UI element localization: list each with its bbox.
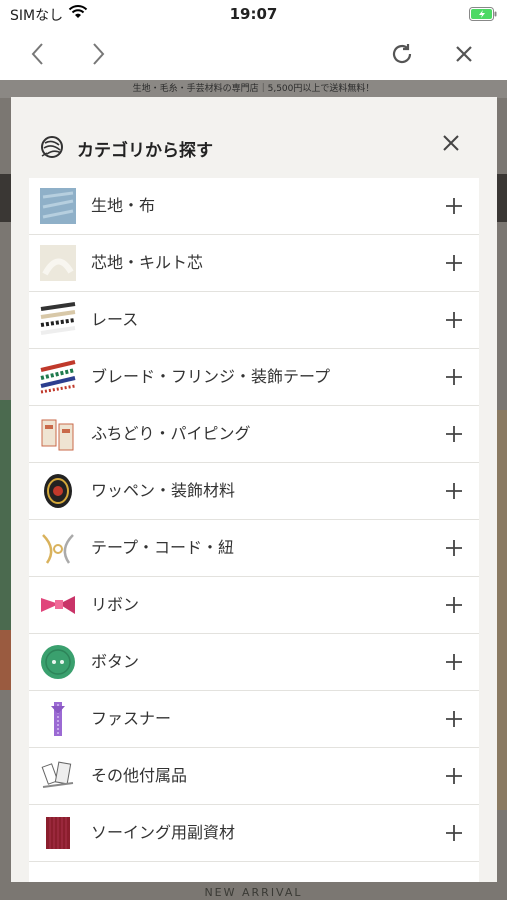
accessories-icon <box>39 757 77 795</box>
category-item-accessories[interactable]: その他付属品 <box>29 748 479 805</box>
category-label: ブレード・フリンジ・装飾テープ <box>91 367 331 386</box>
category-item-piping[interactable]: ふちどり・パイピング <box>29 406 479 463</box>
cord-icon <box>39 529 77 567</box>
button-icon <box>39 643 77 681</box>
expand-plus-icon[interactable] <box>445 767 463 785</box>
category-item-lace[interactable]: レース <box>29 292 479 349</box>
expand-plus-icon[interactable] <box>445 653 463 671</box>
category-item-sewing-supplies[interactable]: ソーイング用副資材 <box>29 805 479 862</box>
category-item-button[interactable]: ボタン <box>29 634 479 691</box>
piping-icon <box>39 415 77 453</box>
category-item-emblem[interactable]: ワッペン・装飾材料 <box>29 463 479 520</box>
category-label: 芯地・キルト芯 <box>91 253 204 272</box>
category-label: ソーイング用副資材 <box>91 823 236 842</box>
category-item-interlining[interactable]: 芯地・キルト芯 <box>29 235 479 292</box>
sewing-supplies-icon <box>39 814 77 852</box>
expand-plus-icon[interactable] <box>445 197 463 215</box>
status-bar: SIMなし 19:07 <box>0 0 507 28</box>
lace-icon <box>39 301 77 339</box>
shipping-banner: 生地・毛糸・手芸材料の専門店｜5,500円以上で送料無料！ <box>0 80 507 98</box>
category-label: リボン <box>91 595 140 614</box>
reload-button[interactable] <box>386 38 418 70</box>
chevron-left-icon <box>31 43 43 65</box>
close-icon <box>443 135 459 151</box>
category-label: 生地・布 <box>91 196 156 215</box>
modal-title: カテゴリから探す <box>77 141 213 161</box>
category-modal: カテゴリから探す 生地・布 芯地・キルト芯 レース ブレード・フリンジ・装飾テー… <box>11 97 497 882</box>
category-label: ふちどり・パイピング <box>91 424 251 443</box>
category-label: テープ・コード・紐 <box>91 538 235 557</box>
forward-button[interactable] <box>82 38 114 70</box>
expand-plus-icon[interactable] <box>445 368 463 386</box>
expand-plus-icon[interactable] <box>445 482 463 500</box>
interlining-icon <box>39 244 77 282</box>
category-list: 生地・布 芯地・キルト芯 レース ブレード・フリンジ・装飾テープ ふちどり・パイ… <box>29 178 479 882</box>
chevron-right-icon <box>93 43 105 65</box>
expand-plus-icon[interactable] <box>445 596 463 614</box>
expand-plus-icon[interactable] <box>445 254 463 272</box>
category-label: ファスナー <box>91 709 172 728</box>
clock: 19:07 <box>229 5 278 23</box>
modal-close-button[interactable] <box>439 131 463 155</box>
close-icon <box>456 46 472 62</box>
yarn-ball-icon <box>39 134 65 164</box>
expand-plus-icon[interactable] <box>445 710 463 728</box>
battery-icon <box>469 6 497 25</box>
category-item-zipper[interactable]: ファスナー <box>29 691 479 748</box>
new-arrival-heading: NEW ARRIVAL <box>204 886 303 899</box>
category-label: ボタン <box>91 652 140 671</box>
category-item-cord[interactable]: テープ・コード・紐 <box>29 520 479 577</box>
ribbon-icon <box>39 586 77 624</box>
expand-plus-icon[interactable] <box>445 539 463 557</box>
category-item-fabric[interactable]: 生地・布 <box>29 178 479 235</box>
category-item-ribbon[interactable]: リボン <box>29 577 479 634</box>
zipper-icon <box>39 700 77 738</box>
fabric-icon <box>39 187 77 225</box>
emblem-icon <box>39 472 77 510</box>
modal-header: カテゴリから探す <box>11 97 497 177</box>
category-item-partial[interactable] <box>29 862 479 882</box>
category-label: ワッペン・装飾材料 <box>91 481 236 500</box>
expand-plus-icon[interactable] <box>445 425 463 443</box>
reload-icon <box>392 44 412 64</box>
back-button[interactable] <box>22 38 54 70</box>
category-label: その他付属品 <box>91 766 188 785</box>
braid-icon <box>39 358 77 396</box>
browser-toolbar <box>0 28 507 80</box>
close-browser-button[interactable] <box>448 38 480 70</box>
expand-plus-icon[interactable] <box>445 311 463 329</box>
expand-plus-icon[interactable] <box>445 824 463 842</box>
category-item-braid[interactable]: ブレード・フリンジ・装飾テープ <box>29 349 479 406</box>
category-label: レース <box>91 310 139 329</box>
